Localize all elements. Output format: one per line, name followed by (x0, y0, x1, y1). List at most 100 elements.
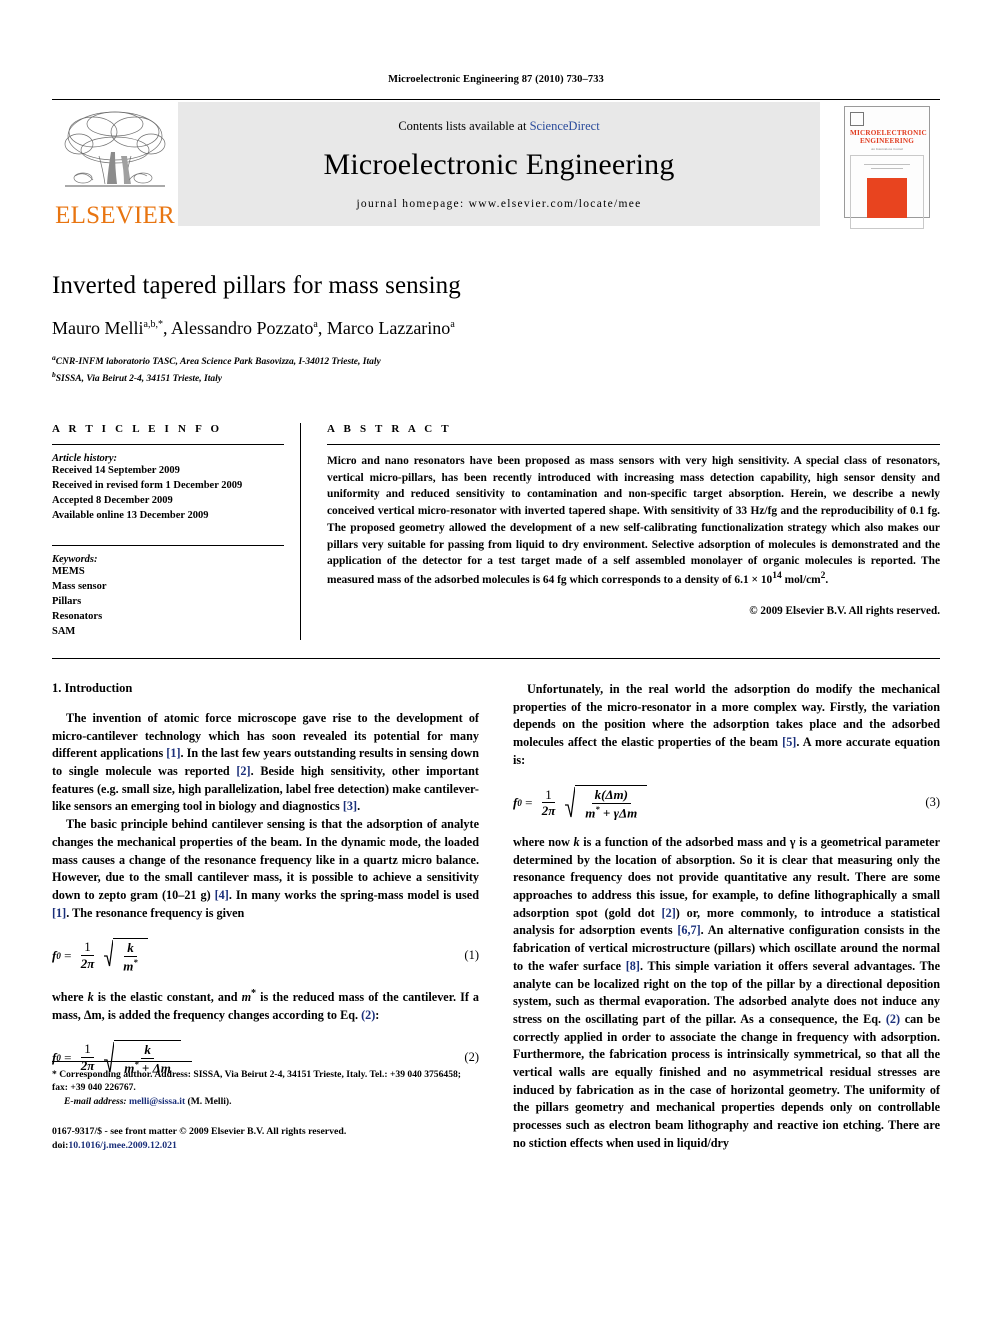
radical-sign-icon (104, 940, 114, 967)
history-received: Received 14 September 2009 (52, 464, 180, 476)
citation-link[interactable]: [5] (782, 735, 796, 749)
affiliation-text: SISSA, Via Beirut 2-4, 34151 Trieste, It… (55, 374, 222, 385)
elsevier-wordmark: ELSEVIER (55, 202, 175, 229)
equation-reference-link[interactable]: (2) (886, 1012, 900, 1026)
abstract-density-end: . (825, 574, 829, 586)
equation-1-math: f0 = 1 2π k m* (52, 938, 148, 973)
author-name: , Alessandro Pozzato (162, 318, 314, 338)
paragraph-right-2: where now k is a function of the adsorbe… (513, 834, 940, 1152)
radical-sign-icon (565, 787, 576, 818)
abstract-density-tail: mol/cm (781, 574, 821, 586)
citation-link[interactable]: [3] (343, 799, 357, 813)
citation-link[interactable]: [2] (662, 906, 676, 920)
keywords-block: Keywords: MEMS Mass sensor Pillars Reson… (52, 545, 284, 640)
cover-artwork (867, 177, 907, 218)
citation-link[interactable]: [8] (626, 959, 640, 973)
text-run: . In many works the spring-mass model is… (228, 887, 479, 902)
keyword-item: Mass sensor (52, 581, 107, 593)
author-name: Mauro Melli (52, 318, 144, 338)
journal-title: Microelectronic Engineering (323, 147, 675, 181)
email-note: E-mail address: melli@sissa.it (M. Melli… (52, 1095, 479, 1109)
citation-link[interactable]: [4] (215, 888, 229, 902)
sciencedirect-link[interactable]: ScienceDirect (530, 119, 600, 133)
text-run: . (357, 799, 361, 814)
text-run: can be correctly applied in order to ass… (513, 1011, 940, 1150)
contents-available-line: Contents lists available at ScienceDirec… (398, 119, 599, 134)
divider (52, 443, 284, 445)
paragraph-after-eq1: where k is the elastic constant, and m* … (52, 987, 479, 1024)
cover-placeholder-line (864, 163, 910, 165)
running-head: Microelectronic Engineering 87 (2010) 73… (388, 74, 604, 85)
journal-banner: ELSEVIER Contents lists available at Sci… (52, 99, 940, 229)
article-info-heading: A R T I C L E I N F O (52, 422, 223, 435)
history-available-online: Available online 13 December 2009 (52, 509, 209, 521)
journal-banner-center: Contents lists available at ScienceDirec… (178, 102, 820, 226)
affiliation-text: CNR-INFM laboratorio TASC, Area Science … (55, 357, 381, 368)
author-affiliation-marker: a,b,* (143, 319, 163, 330)
text-run: : (375, 1007, 380, 1022)
body-columns: 1. Introduction The invention of atomic … (52, 681, 940, 1152)
cover-placeholder-line (871, 167, 903, 169)
email-label: E-mail address: (64, 1096, 127, 1107)
abstract-heading: A B S T R A C T (327, 422, 452, 435)
equation-3-math: f0 = 1 2π k(Δm) m* + γΔm (513, 785, 648, 820)
elsevier-tree-icon (64, 111, 166, 187)
citation-link[interactable]: [2] (236, 764, 250, 778)
email-link[interactable]: melli@sissa.it (129, 1096, 185, 1107)
cover-subtitle: An Internationa Journal (870, 146, 904, 151)
equation-3: f0 = 1 2π k(Δm) m* + γΔm (3) (513, 785, 940, 820)
left-column: 1. Introduction The invention of atomic … (52, 681, 479, 1152)
cover-title-line1: MICROELECTRONIC (850, 129, 927, 137)
divider (327, 443, 940, 445)
keyword-item: MEMS (52, 566, 85, 578)
contents-prefix: Contents lists available at (398, 118, 530, 133)
doi-link[interactable]: 10.1016/j.mee.2009.12.021 (68, 1140, 177, 1151)
page-title: Inverted tapered pillars for mass sensin… (52, 272, 461, 299)
journal-homepage-line[interactable]: journal homepage: www.elsevier.com/locat… (356, 198, 641, 210)
keyword-item: Pillars (52, 596, 82, 608)
equation-1: f0 = 1 2π k m* (1) (52, 938, 479, 973)
right-column: Unfortunately, in the real world the ads… (513, 681, 940, 1152)
citation-link[interactable]: [1] (52, 906, 66, 920)
cover-elsevier-mark-icon (850, 112, 864, 126)
citation-link[interactable]: [6,7] (677, 923, 700, 937)
variable-m: m (241, 989, 252, 1004)
text-run: is the elastic constant, and (93, 989, 242, 1004)
abstract-text: Micro and nano resonators have been prop… (327, 453, 940, 589)
author-list: Mauro Mellia,b,*, Alessandro Pozzato a, M… (52, 318, 940, 339)
email-author: (M. Melli). (185, 1096, 232, 1107)
cover-inner-panel (850, 154, 924, 229)
abstract-column: A B S T R A C T Micro and nano resonator… (300, 422, 940, 640)
equation-3-body: f0 = 1 2π k(Δm) m* + γΔm (513, 785, 925, 820)
keyword-item: SAM (52, 626, 76, 638)
history-accepted: Accepted 8 December 2009 (52, 494, 173, 506)
author-name: , Marco Lazzarino (317, 318, 451, 338)
footnote-region: * Corresponding author. Address: SISSA, … (52, 1060, 479, 1153)
divider (52, 545, 284, 547)
equation-1-number: (1) (464, 948, 479, 963)
paragraph-intro-1: The invention of atomic force microscope… (52, 710, 479, 816)
journal-cover-thumbnail: MICROELECTRONIC ENGINEERING An Internati… (834, 100, 940, 229)
text-run: . The resonance frequency is given (66, 905, 245, 920)
issn-copyright-line: 0167-9317/$ - see front matter © 2009 El… (52, 1125, 347, 1137)
keywords-label: Keywords: (52, 554, 98, 566)
doi-line: doi:10.1016/j.mee.2009.12.021 (52, 1139, 479, 1153)
abstract-density-exponent: 14 (772, 571, 782, 582)
abstract-body: Micro and nano resonators have been prop… (327, 454, 940, 586)
equation-1-body: f0 = 1 2π k m* (52, 938, 464, 973)
cover-title-line2: ENGINEERING (859, 137, 915, 146)
paragraph-intro-2: The basic principle behind cantilever se… (52, 816, 479, 922)
equation-reference-link[interactable]: (2) (361, 1008, 375, 1022)
keyword-item: Resonators (52, 611, 103, 623)
article-info-column: A R T I C L E I N F O Article history: R… (52, 423, 300, 640)
citation-link[interactable]: [1] (166, 746, 180, 760)
info-abstract-region: A R T I C L E I N F O Article history: R… (52, 422, 940, 659)
copyright-line: © 2009 Elsevier B.V. All rights reserved… (749, 604, 940, 617)
elsevier-logo: ELSEVIER (52, 100, 178, 228)
title-block: Inverted tapered pillars for mass sensin… (52, 272, 940, 387)
author-affiliation-marker: a (450, 319, 455, 330)
affiliation-b: bSISSA, Via Beirut 2-4, 34151 Trieste, I… (52, 370, 940, 387)
article-history-label: Article history: (52, 452, 118, 464)
paper-page: Microelectronic Engineering 87 (2010) 73… (0, 0, 992, 1323)
footnote-text: Corresponding author. Address: SISSA, Vi… (52, 1068, 461, 1094)
